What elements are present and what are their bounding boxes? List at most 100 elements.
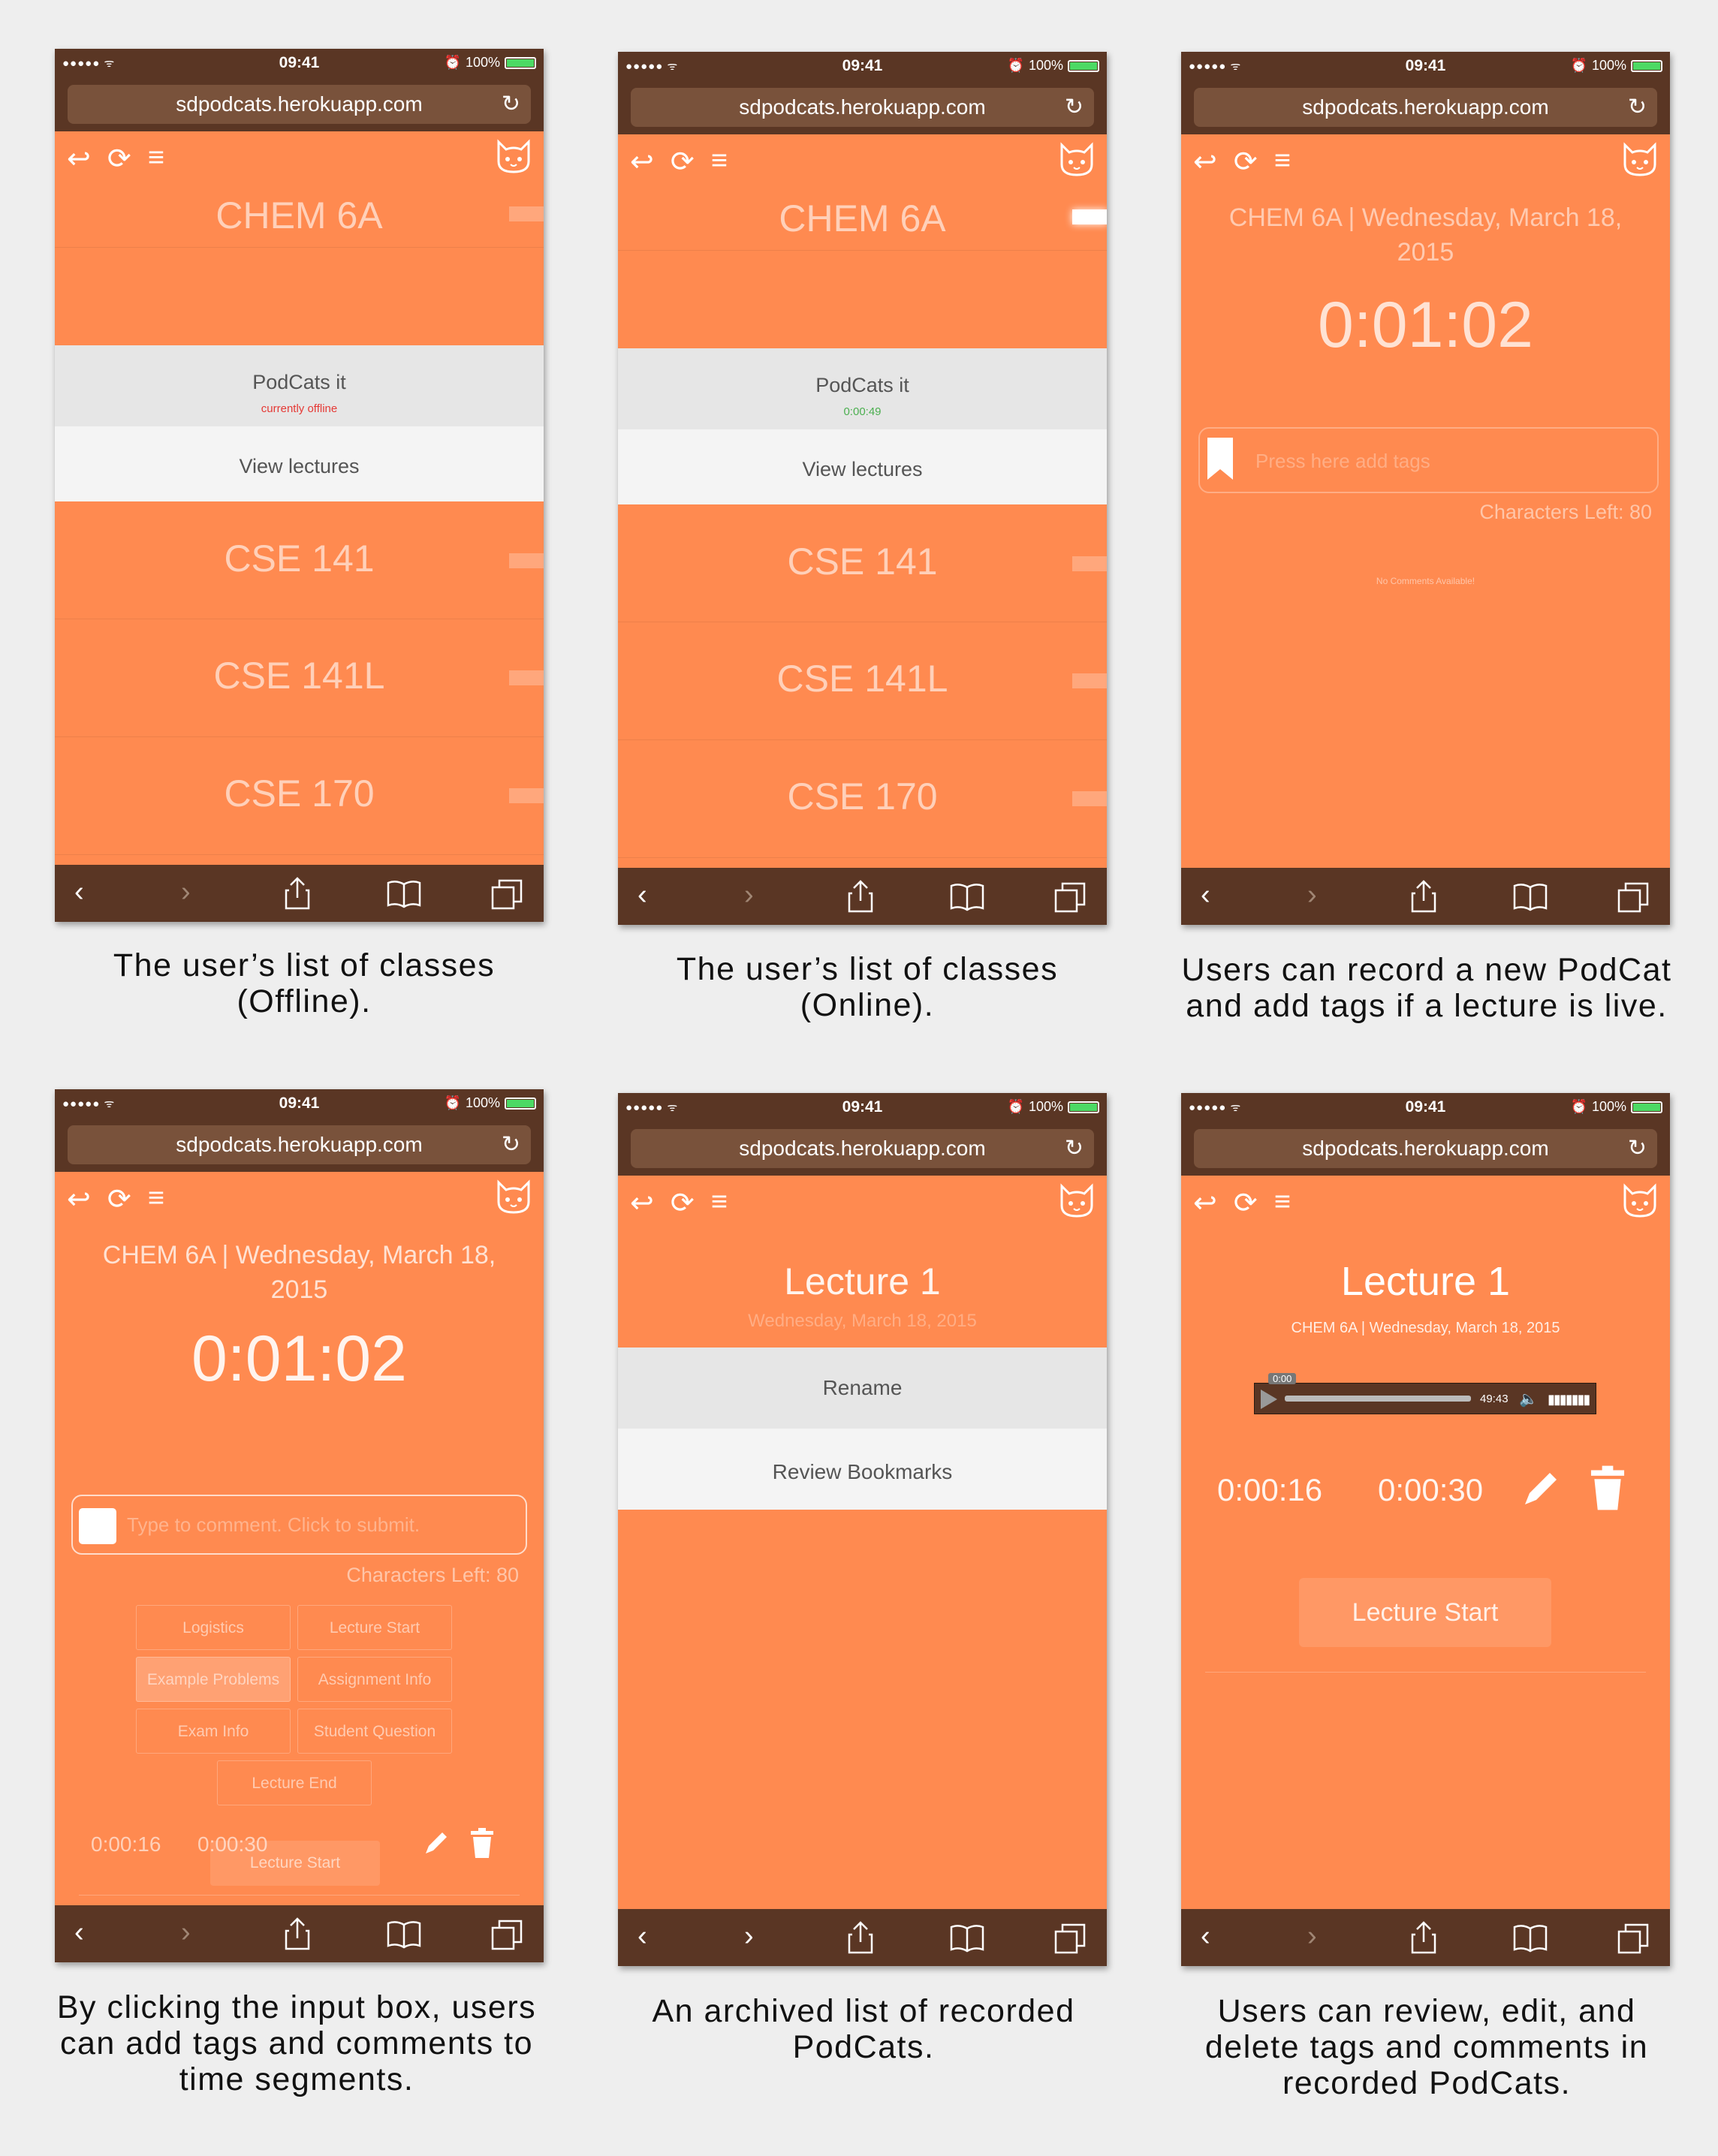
url-field[interactable]: sdpodcats.herokuapp.com ↻ [1194,1129,1657,1168]
cat-logo-icon[interactable] [494,1179,533,1215]
tag-exam-info[interactable]: Exam Info [136,1709,291,1754]
url-field[interactable]: sdpodcats.herokuapp.com ↻ [68,85,531,124]
reload-icon[interactable]: ↻ [1065,1129,1084,1168]
tag-lecture-start[interactable]: Lecture Start [297,1605,452,1650]
tabs-icon[interactable] [1053,1923,1087,1954]
scrollbar[interactable] [509,788,544,803]
share-icon[interactable] [283,877,312,910]
url-field[interactable]: sdpodcats.herokuapp.com ↻ [1194,88,1657,127]
back-arrow-icon[interactable]: ↩ [1193,1186,1217,1220]
reload-icon[interactable]: ↻ [502,85,520,124]
url-field[interactable]: sdpodcats.herokuapp.com ↻ [631,1129,1094,1168]
tabs-icon[interactable] [490,1919,523,1950]
scrollbar[interactable] [1072,673,1107,688]
podcats-it-button[interactable]: PodCats it 0:00:49 [618,348,1107,429]
scrollbar[interactable] [1072,209,1107,224]
share-icon[interactable] [1409,880,1438,913]
back-arrow-icon[interactable]: ↩ [1193,145,1217,179]
sync-icon[interactable]: ⟳ [671,145,695,179]
menu-icon[interactable]: ≡ [148,1182,164,1216]
forward-button[interactable]: › [181,875,191,908]
back-arrow-icon[interactable]: ↩ [67,1182,91,1216]
course-row[interactable]: CHEM 6A [618,183,1107,251]
back-button[interactable]: ‹ [637,1920,647,1953]
cat-logo-icon[interactable] [1620,1183,1659,1219]
forward-button[interactable]: › [1307,878,1317,911]
tag-assignment-info[interactable]: Assignment Info [297,1657,452,1702]
scrollbar[interactable] [1072,556,1107,571]
volume-icon[interactable]: 🔈 [1519,1390,1538,1408]
trash-icon[interactable] [1589,1465,1626,1510]
back-arrow-icon[interactable]: ↩ [67,142,91,176]
play-button[interactable] [1261,1390,1277,1409]
lecture-item[interactable]: Lecture 1 Wednesday, March 18, 2015 [618,1260,1107,1338]
view-lectures-button[interactable]: View lectures [55,426,544,501]
back-button[interactable]: ‹ [1201,878,1210,911]
share-icon[interactable] [1409,1921,1438,1954]
menu-icon[interactable]: ≡ [711,1186,728,1220]
reload-icon[interactable]: ↻ [1065,88,1084,127]
back-arrow-icon[interactable]: ↩ [630,145,654,179]
view-lectures-button[interactable]: View lectures [618,429,1107,504]
sync-icon[interactable]: ⟳ [1234,1186,1258,1220]
tag-example-problems[interactable]: Example Problems [136,1657,291,1702]
podcats-it-button[interactable]: PodCats it currently offline [55,345,544,426]
scrollbar[interactable] [509,206,544,221]
forward-button[interactable]: › [181,1916,191,1949]
course-row[interactable]: CSE 141L [618,622,1107,740]
bookmarks-icon[interactable] [386,1920,422,1949]
back-button[interactable]: ‹ [637,878,647,911]
sync-icon[interactable]: ⟳ [1234,145,1258,179]
course-row[interactable]: CSE 141L [55,619,544,737]
comment-input[interactable]: Type to comment. Click to submit. [71,1495,527,1555]
url-field[interactable]: sdpodcats.herokuapp.com ↻ [631,88,1094,127]
tabs-icon[interactable] [1617,1923,1650,1954]
bookmarks-icon[interactable] [949,1924,985,1953]
course-row[interactable]: CSE 170 [55,737,544,855]
menu-icon[interactable]: ≡ [1274,145,1291,179]
forward-button[interactable]: › [744,878,754,911]
reload-icon[interactable]: ↻ [502,1125,520,1164]
bookmarks-icon[interactable] [1512,1924,1548,1953]
review-bookmarks-button[interactable]: Review Bookmarks [618,1429,1107,1510]
cat-logo-icon[interactable] [494,139,533,175]
seek-bar[interactable] [1285,1396,1471,1402]
comment-color-swatch[interactable] [79,1508,116,1544]
course-row[interactable]: CSE 170 [618,740,1107,858]
tabs-icon[interactable] [1053,881,1087,913]
rename-button[interactable]: Rename [618,1348,1107,1429]
bookmarks-icon[interactable] [386,880,422,908]
cat-logo-icon[interactable] [1620,142,1659,178]
tag-lecture-end[interactable]: Lecture End [217,1760,372,1805]
forward-button[interactable]: › [1307,1920,1317,1953]
segment-tag-button[interactable]: Lecture Start [210,1841,380,1886]
back-button[interactable]: ‹ [74,875,84,908]
url-field[interactable]: sdpodcats.herokuapp.com ↻ [68,1125,531,1164]
tabs-icon[interactable] [1617,881,1650,913]
bookmarks-icon[interactable] [1512,883,1548,911]
back-button[interactable]: ‹ [74,1916,84,1949]
pencil-icon[interactable] [1521,1468,1561,1509]
menu-icon[interactable]: ≡ [711,145,728,179]
reload-icon[interactable]: ↻ [1628,1129,1647,1168]
trash-icon[interactable] [469,1828,495,1858]
reload-icon[interactable]: ↻ [1628,88,1647,127]
bookmarks-icon[interactable] [949,883,985,911]
scrollbar[interactable] [509,553,544,568]
back-arrow-icon[interactable]: ↩ [630,1186,654,1220]
scrollbar[interactable] [509,670,544,685]
course-row[interactable]: CHEM 6A [55,180,544,248]
segment-tag-button[interactable]: Lecture Start [1299,1578,1551,1647]
tabs-icon[interactable] [490,878,523,910]
pencil-icon[interactable] [423,1829,450,1856]
course-row[interactable]: CSE 141 [618,505,1107,622]
menu-icon[interactable]: ≡ [1274,1186,1291,1220]
scrollbar[interactable] [1072,791,1107,806]
share-icon[interactable] [283,1917,312,1950]
course-row[interactable]: CSE 141 [55,502,544,619]
sync-icon[interactable]: ⟳ [671,1186,695,1220]
share-icon[interactable] [846,880,875,913]
forward-button[interactable]: › [744,1920,754,1953]
tag-student-question[interactable]: Student Question [297,1709,452,1754]
back-button[interactable]: ‹ [1201,1920,1210,1953]
